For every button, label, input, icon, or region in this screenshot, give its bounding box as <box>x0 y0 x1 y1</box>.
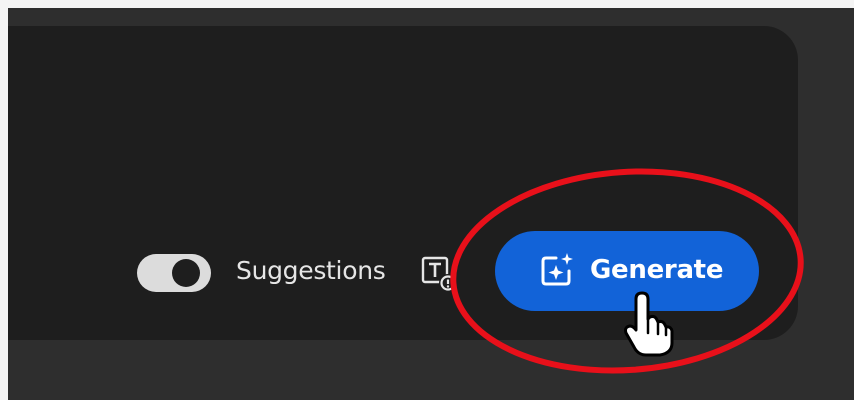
suggestions-toggle[interactable] <box>137 254 211 292</box>
generate-button[interactable]: Generate <box>495 231 759 311</box>
toggle-knob <box>172 259 200 287</box>
suggestions-label: Suggestions <box>236 256 386 285</box>
text-sparkle-icon[interactable] <box>420 255 460 295</box>
image-sparkle-icon <box>541 253 573 286</box>
generate-label: Generate <box>590 255 724 285</box>
screenshot-stage: Suggestions Generate <box>0 0 854 400</box>
